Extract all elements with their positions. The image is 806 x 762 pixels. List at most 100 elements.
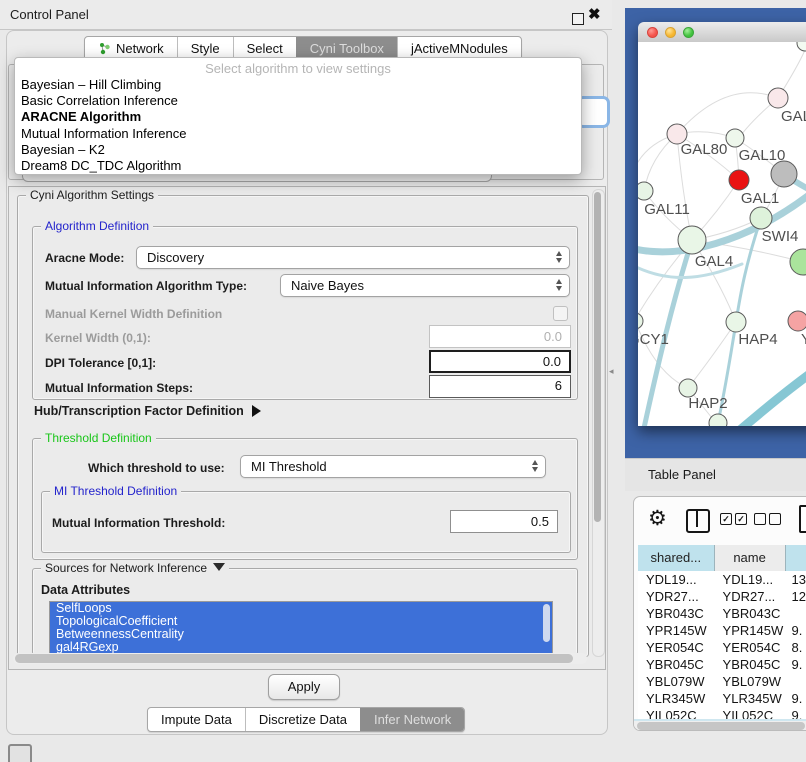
table-cell: YER054C (638, 639, 715, 656)
cyni-settings-viewport: Cyni Algorithm Settings Algorithm Defini… (8, 186, 606, 670)
floating-panel-icon[interactable] (8, 744, 32, 762)
deselect-all-checkbox-icon[interactable] (754, 513, 766, 525)
kernel-width-label: Kernel Width (0,1): (45, 331, 151, 345)
table-cell: YLR345W (715, 690, 786, 707)
table-panel-title: Table Panel (648, 459, 716, 491)
network-node[interactable] (771, 161, 797, 187)
table-row[interactable]: YBR043CYBR043C (638, 605, 806, 622)
network-node[interactable] (797, 42, 806, 51)
table-cell: YBR043C (715, 605, 786, 622)
apply-button[interactable]: Apply (268, 674, 340, 700)
tab-impute-data-label: Impute Data (161, 712, 232, 727)
network-node-GAL1[interactable] (729, 170, 749, 190)
algorithm-option-selected[interactable]: ARACNE Algorithm (19, 109, 577, 125)
network-node-GAL[interactable] (768, 88, 788, 108)
mi-threshold-group-title: MI Threshold Definition (50, 484, 181, 498)
table-cell: YBR045C (715, 656, 786, 673)
data-attributes-list[interactable]: SelfLoops TopologicalCoefficient Between… (49, 601, 553, 655)
tab-impute-data[interactable]: Impute Data (148, 708, 245, 731)
network-node-GAL4[interactable] (678, 226, 706, 254)
tab-discretize-data[interactable]: Discretize Data (245, 708, 360, 731)
popup-placeholder-text: Select algorithm to view settings (15, 61, 581, 76)
which-threshold-combo[interactable]: MI Threshold (240, 455, 546, 478)
table-header-row: shared... name (638, 545, 806, 572)
mi-type-combo[interactable]: Naive Bayes (280, 274, 570, 297)
mi-steps-field[interactable]: 6 (429, 375, 571, 398)
select-all-checkbox-icon[interactable]: ✓ (720, 513, 732, 525)
dpi-tolerance-field[interactable]: 0.0 (429, 350, 571, 373)
mi-threshold-field[interactable]: 0.5 (450, 510, 558, 533)
network-node-label: GAL10 (739, 147, 786, 164)
network-node-Y[interactable] (788, 311, 806, 331)
gear-icon[interactable]: ⚙ (648, 506, 667, 531)
table-horizontal-scrollbar[interactable] (634, 719, 806, 731)
network-node-GCY1[interactable] (638, 313, 643, 329)
network-canvas[interactable]: GALGAL80GAL10GAL1GAL11SWI4GAL4GCY1HAP4YH… (638, 42, 806, 426)
network-window-titlebar[interactable] (638, 22, 806, 43)
tab-discretize-data-label: Discretize Data (259, 712, 347, 727)
table-row[interactable]: YDR27...YDR27...12 (638, 588, 806, 605)
table-row[interactable]: YLR345WYLR345W9. (638, 690, 806, 707)
column-header-name[interactable]: name (715, 545, 786, 571)
manual-kernel-checkbox[interactable] (553, 306, 568, 321)
algorithm-option[interactable]: Bayesian – K2 (19, 142, 577, 158)
table-row[interactable]: YPR145WYPR145W9. (638, 622, 806, 639)
network-edge (740, 368, 806, 426)
select-all-checkbox-icon[interactable]: ✓ (735, 513, 747, 525)
algorithm-option[interactable]: Dream8 DC_TDC Algorithm (19, 158, 577, 174)
minimize-traffic-light-icon[interactable] (665, 27, 676, 38)
mi-threshold-label: Mutual Information Threshold: (52, 516, 225, 530)
table-row[interactable]: YIL052CYIL052C9. (638, 707, 806, 719)
dpi-tolerance-label: DPI Tolerance [0,1]: (45, 356, 156, 370)
tab-cyni-toolbox-label: Cyni Toolbox (310, 41, 384, 56)
column-header-shared[interactable]: shared... (638, 545, 715, 571)
hub-section-label: Hub/Transcription Factor Definition (34, 404, 244, 418)
cyni-algorithm-settings-group: Cyni Algorithm Settings Algorithm Defini… (17, 195, 589, 657)
network-graph: GALGAL80GAL10GAL1GAL11SWI4GAL4GCY1HAP4YH… (638, 42, 806, 426)
network-node-label: HAP2 (688, 395, 727, 412)
kernel-width-field[interactable]: 0.0 (429, 325, 571, 348)
mi-steps-label: Mutual Information Steps: (45, 381, 193, 395)
document-icon[interactable] (799, 505, 806, 533)
network-node[interactable] (709, 414, 727, 426)
split-pane-collapse-handle[interactable]: ◂ (609, 366, 614, 377)
sources-group-title[interactable]: Sources for Network Inference (41, 561, 229, 575)
tab-infer-network[interactable]: Infer Network (360, 708, 464, 731)
attribute-list-scrollbar[interactable] (543, 604, 550, 642)
settings-vertical-scrollbar[interactable] (592, 189, 605, 657)
mi-type-value: Naive Bayes (291, 278, 364, 293)
table-row[interactable]: YBL079WYBL079W (638, 673, 806, 690)
network-node-GAL10[interactable] (726, 129, 744, 147)
network-node-SWI4[interactable] (750, 207, 772, 229)
algorithm-option[interactable]: Mutual Information Inference (19, 126, 577, 142)
table-row[interactable]: YER054CYER054C8. (638, 639, 806, 656)
algorithm-option[interactable]: Bayesian – Hill Climbing (19, 77, 577, 93)
algorithm-option[interactable]: Basic Correlation Inference (19, 93, 577, 109)
settings-horizontal-scrollbar[interactable] (13, 653, 587, 664)
network-node-HAP4[interactable] (726, 312, 746, 332)
columns-icon[interactable] (686, 509, 710, 533)
network-window[interactable]: GALGAL80GAL10GAL1GAL11SWI4GAL4GCY1HAP4YH… (638, 22, 806, 426)
float-window-icon[interactable] (572, 13, 584, 25)
aracne-mode-combo[interactable]: Discovery (136, 246, 570, 269)
deselect-all-checkbox-icon[interactable] (769, 513, 781, 525)
table-row[interactable]: YDL19...YDL19...13 (638, 571, 806, 588)
table-cell: 9. (785, 707, 806, 719)
network-node-label: GAL11 (644, 201, 690, 218)
data-attributes-label: Data Attributes (41, 583, 130, 597)
close-icon[interactable]: ✖ (588, 5, 601, 23)
hub-section-toggle[interactable]: Hub/Transcription Factor Definition (34, 404, 261, 418)
network-node-GAL11[interactable] (638, 182, 653, 200)
network-node[interactable] (790, 249, 806, 275)
which-threshold-label: Which threshold to use: (88, 461, 225, 475)
table-body: YDL19...YDL19...13YDR27...YDR27...12YBR0… (638, 571, 806, 719)
table-cell: 9. (785, 656, 806, 673)
column-header-clipped[interactable] (786, 545, 806, 571)
attribute-item-selected[interactable]: BetweennessCentrality (50, 628, 552, 641)
table-row[interactable]: YBR045CYBR045C9. (638, 656, 806, 673)
close-traffic-light-icon[interactable] (647, 27, 658, 38)
network-node-label: SWI4 (762, 228, 799, 245)
stepper-arrows-icon (556, 279, 562, 291)
network-edge (688, 322, 736, 388)
zoom-traffic-light-icon[interactable] (683, 27, 694, 38)
